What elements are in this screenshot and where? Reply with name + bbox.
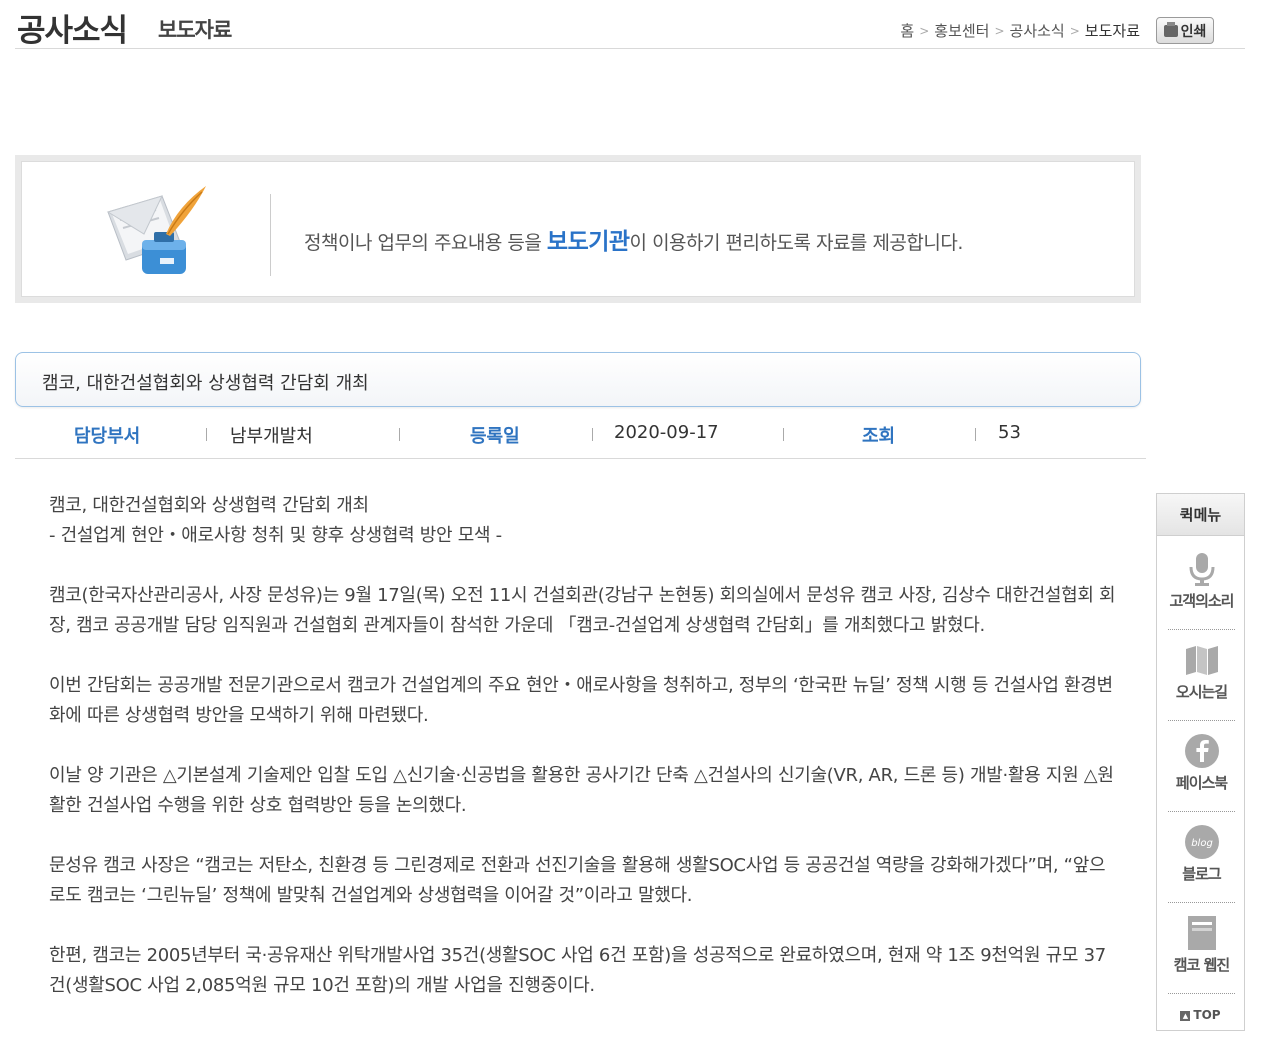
blog-icon: blog [1183, 823, 1221, 861]
quick-menu-separator [1168, 902, 1235, 903]
chevron-right-icon: > [994, 23, 1005, 38]
article-paragraph: 이번 간담회는 공공개발 전문기관으로서 캠코가 건설업계의 주요 현안・애로사… [49, 675, 1113, 726]
intro-banner: 정책이나 업무의 주요내용 등을 보도기관이 이용하기 편리하도록 자료를 제공… [15, 155, 1141, 303]
breadcrumb-pr-center[interactable]: 홍보센터 [934, 20, 989, 41]
article-subheadline: - 건설업계 현안・애로사항 청취 및 향후 상생협력 방안 모색 - [49, 525, 502, 546]
facebook-icon [1183, 732, 1221, 770]
print-button[interactable]: 인쇄 [1156, 17, 1214, 44]
quick-menu-separator [1168, 993, 1235, 994]
meta-divider [592, 428, 593, 441]
envelope-ink-illustration [106, 186, 206, 274]
banner-text-after: 이 이용하기 편리하도록 자료를 제공합니다. [629, 232, 964, 254]
meta-divider [783, 428, 784, 441]
article-heading-block: 캠코, 대한건설협회와 상생협력 간담회 개최 - 건설업계 현안・애로사항 청… [49, 491, 1119, 551]
breadcrumb: 홈 > 홍보센터 > 공사소식 > 보도자료 [900, 20, 1140, 41]
article-title: 캠코, 대한건설협회와 상생협력 간담회 개최 [42, 373, 369, 394]
banner-description: 정책이나 업무의 주요내용 등을 보도기관이 이용하기 편리하도록 자료를 제공… [304, 222, 963, 256]
breadcrumb-press-release[interactable]: 보도자료 [1085, 20, 1140, 41]
banner-divider [270, 194, 271, 276]
quick-menu-label: 블로그 [1182, 865, 1221, 883]
arrow-up-icon: ▲ [1180, 1010, 1191, 1021]
quick-menu-separator [1168, 720, 1235, 721]
article-title-box: 캠코, 대한건설협회와 상생협력 간담회 개최 [15, 352, 1141, 407]
quick-menu-separator [1168, 811, 1235, 812]
dept-label: 담당부서 [74, 426, 141, 447]
top-label: TOP [1193, 1008, 1221, 1022]
printer-icon [1163, 21, 1178, 37]
page-header: 공사소식 보도자료 홈 > 홍보센터 > 공사소식 > 보도자료 인쇄 [15, 0, 1245, 49]
map-icon [1183, 641, 1221, 679]
quick-menu-webzine[interactable]: 캠코 웹진 [1164, 906, 1239, 994]
banner-highlight: 보도기관 [546, 229, 630, 255]
quick-menu-title: 퀵메뉴 [1157, 494, 1244, 536]
microphone-icon [1183, 550, 1221, 588]
chevron-right-icon: > [919, 23, 930, 38]
quick-menu-directions[interactable]: 오시는길 [1164, 633, 1239, 721]
print-label: 인쇄 [1180, 23, 1207, 40]
book-icon [1183, 914, 1221, 952]
article-body: 캠코, 대한건설협회와 상생협력 간담회 개최 - 건설업계 현안・애로사항 청… [49, 491, 1119, 1031]
meta-divider [399, 428, 400, 441]
breadcrumb-news[interactable]: 공사소식 [1010, 20, 1065, 41]
views-value: 53 [998, 422, 1021, 443]
svg-text:blog: blog [1191, 838, 1213, 849]
article-paragraph: 캠코(한국자산관리공사, 사장 문성유)는 9월 17일(목) 오전 11시 건… [49, 585, 1116, 636]
date-value: 2020-09-17 [614, 422, 719, 443]
article-paragraph: 이날 양 기관은 △기본설계 기술제안 입찰 도입 △신기술·신공법을 활용한 … [49, 765, 1114, 816]
quick-menu-label: 오시는길 [1175, 683, 1228, 701]
article-meta: 담당부서 남부개발처 등록일 2020-09-17 조회 53 [15, 415, 1146, 459]
quick-menu-label: 페이스북 [1175, 774, 1228, 792]
article-paragraph: 한편, 캠코는 2005년부터 국·공유재산 위탁개발사업 35건(생활SOC … [49, 945, 1106, 996]
scroll-top-button[interactable]: ▲ TOP [1157, 1008, 1244, 1022]
quick-menu-voice[interactable]: 고객의소리 [1164, 542, 1239, 630]
meta-divider [975, 428, 976, 441]
quick-menu-separator [1168, 629, 1235, 630]
dept-value: 남부개발처 [230, 426, 313, 447]
article-headline: 캠코, 대한건설협회와 상생협력 간담회 개최 [49, 495, 369, 516]
intro-banner-inner: 정책이나 업무의 주요내용 등을 보도기관이 이용하기 편리하도록 자료를 제공… [21, 161, 1135, 297]
quick-menu: 퀵메뉴 고객의소리 오시는길 페이스북 blog 블로그 캠코 웹진 ▲ TOP [1156, 493, 1245, 1031]
page-title: 공사소식 [17, 13, 128, 49]
date-label: 등록일 [470, 426, 520, 447]
quick-menu-label: 고객의소리 [1169, 592, 1234, 610]
article-paragraph: 문성유 캠코 사장은 “캠코는 저탄소, 친환경 등 그린경제로 전환과 선진기… [49, 855, 1106, 906]
quick-menu-label: 캠코 웹진 [1173, 956, 1230, 974]
quick-menu-blog[interactable]: blog 블로그 [1164, 815, 1239, 903]
banner-text-before: 정책이나 업무의 주요내용 등을 [304, 232, 547, 254]
breadcrumb-home[interactable]: 홈 [900, 20, 914, 41]
chevron-right-icon: > [1069, 23, 1080, 38]
quick-menu-facebook[interactable]: 페이스북 [1164, 724, 1239, 812]
meta-divider [206, 428, 207, 441]
page-subtitle: 보도자료 [158, 18, 232, 42]
views-label: 조회 [862, 426, 896, 447]
